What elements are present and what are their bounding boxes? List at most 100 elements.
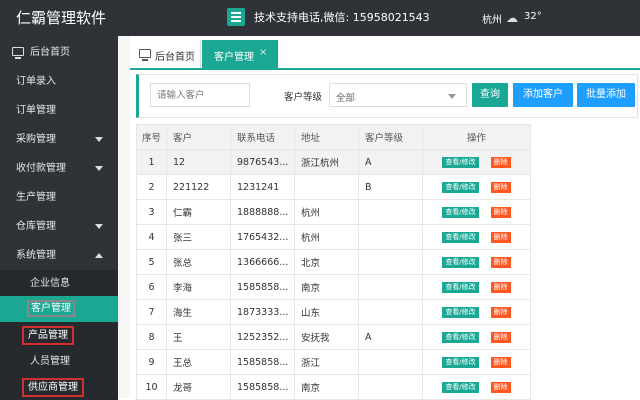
view-edit-button[interactable]: 查看/修改 — [442, 331, 479, 343]
table-row[interactable]: 3 仁霸 1888888... 杭州 查看/修改 删除 — [136, 199, 531, 225]
hamburger-icon-line — [231, 20, 241, 22]
delete-button[interactable]: 删除 — [490, 281, 511, 293]
sidebar-item-payments[interactable]: 收付款管理 — [0, 154, 118, 183]
sidebar-subitem-label: 产品管理 — [22, 326, 74, 345]
row-seq: 4 — [136, 224, 167, 250]
customer-table: 序号 客户 联系电话 地址 客户等级 操作 1 12 9876543... 浙江杭州 A… — [136, 124, 531, 400]
sidebar-item-order-management[interactable]: 订单管理 — [0, 96, 118, 125]
row-seq: 7 — [136, 299, 167, 325]
content-gutter — [118, 36, 130, 398]
column-header-address[interactable]: 地址 — [294, 124, 359, 150]
level-filter-value: 全部 — [336, 93, 356, 104]
customer-search-input[interactable] — [150, 83, 250, 107]
delete-button[interactable]: 删除 — [490, 331, 511, 343]
row-customer: 王 — [166, 324, 231, 350]
sidebar-item-warehouse[interactable]: 仓库管理 — [0, 212, 118, 241]
table-row[interactable]: 1 12 9876543... 浙江杭州 A 查看/修改 删除 — [136, 149, 531, 175]
view-edit-button[interactable]: 查看/修改 — [442, 231, 479, 243]
row-seq: 6 — [136, 274, 167, 300]
sidebar-subitem-product-management[interactable]: 产品管理 — [0, 322, 118, 348]
row-level: A — [358, 149, 423, 175]
close-icon[interactable]: × — [259, 47, 267, 58]
table-row[interactable]: 5 张总 1366666... 北京 查看/修改 删除 — [136, 249, 531, 275]
delete-button[interactable]: 删除 — [490, 206, 511, 218]
tab-label: 后台首页 — [155, 52, 195, 63]
level-filter-select[interactable]: 全部 — [329, 83, 467, 107]
delete-button[interactable]: 删除 — [490, 256, 511, 268]
add-customer-button[interactable]: 添加客户 — [513, 83, 573, 107]
sidebar-subitem-customer-management[interactable]: 客户管理 — [0, 296, 118, 322]
table-row[interactable]: 10 龙哥 1585858... 南京 查看/修改 删除 — [136, 374, 531, 400]
delete-button[interactable]: 删除 — [490, 306, 511, 318]
column-header-seq[interactable]: 序号 — [136, 124, 167, 150]
row-seq: 9 — [136, 349, 167, 375]
row-seq: 5 — [136, 249, 167, 275]
tab-customer-management[interactable]: 客户管理 × — [202, 40, 278, 68]
view-edit-button[interactable]: 查看/修改 — [442, 381, 479, 393]
row-actions: 查看/修改 删除 — [422, 149, 531, 175]
table-row[interactable]: 7 海生 1873333... 山东 查看/修改 删除 — [136, 299, 531, 325]
row-customer: 221122 — [166, 174, 231, 200]
monitor-icon — [12, 47, 24, 59]
view-edit-button[interactable]: 查看/修改 — [442, 256, 479, 268]
table-row[interactable]: 4 张三 1765432... 杭州 查看/修改 删除 — [136, 224, 531, 250]
row-actions: 查看/修改 删除 — [422, 349, 531, 375]
sidebar-item-production[interactable]: 生产管理 — [0, 183, 118, 212]
row-seq: 2 — [136, 174, 167, 200]
delete-button[interactable]: 删除 — [490, 231, 511, 243]
sidebar-subitem-company-info[interactable]: 企业信息 — [0, 270, 118, 296]
sidebar-subitem-label: 客户管理 — [27, 300, 75, 317]
delete-button[interactable]: 删除 — [490, 356, 511, 368]
tab-home[interactable]: 后台首页 — [130, 40, 201, 68]
delete-button[interactable]: 删除 — [490, 156, 511, 168]
row-phone: 1252352... — [230, 324, 295, 350]
row-level — [358, 274, 423, 300]
row-customer: 海生 — [166, 299, 231, 325]
sidebar-subitem-supplier-management[interactable]: 供应商管理 — [0, 374, 118, 400]
column-header-level[interactable]: 客户等级 — [358, 124, 423, 150]
row-level — [358, 249, 423, 275]
table-row[interactable]: 8 王 1252352... 安抚我 A 查看/修改 删除 — [136, 324, 531, 350]
row-address: 浙江 — [294, 349, 359, 375]
table-row[interactable]: 9 王总 1585858... 浙江 查看/修改 删除 — [136, 349, 531, 375]
row-actions: 查看/修改 删除 — [422, 374, 531, 400]
row-phone: 1366666... — [230, 249, 295, 275]
column-header-customer[interactable]: 客户 — [166, 124, 231, 150]
sidebar-subitem-label: 人员管理 — [30, 356, 70, 367]
column-header-actions: 操作 — [422, 124, 531, 150]
hamburger-icon-line — [231, 16, 241, 18]
sidebar-item-system[interactable]: 系统管理 — [0, 241, 118, 270]
query-button[interactable]: 查询 — [472, 83, 508, 107]
row-phone: 1888888... — [230, 199, 295, 225]
chevron-down-icon — [95, 224, 103, 229]
view-edit-button[interactable]: 查看/修改 — [442, 181, 479, 193]
view-edit-button[interactable]: 查看/修改 — [442, 281, 479, 293]
row-level — [358, 199, 423, 225]
sidebar-item-home[interactable]: 后台首页 — [0, 38, 118, 67]
column-header-phone[interactable]: 联系电话 — [230, 124, 295, 150]
view-edit-button[interactable]: 查看/修改 — [442, 356, 479, 368]
view-edit-button[interactable]: 查看/修改 — [442, 156, 479, 168]
row-address: 杭州 — [294, 199, 359, 225]
table-row[interactable]: 6 李海 1585858... 南京 查看/修改 删除 — [136, 274, 531, 300]
row-actions: 查看/修改 删除 — [422, 274, 531, 300]
batch-add-button[interactable]: 批量添加 — [577, 83, 635, 107]
row-level: A — [358, 324, 423, 350]
tab-bar: 后台首页 客户管理 × — [130, 40, 640, 70]
row-customer: 12 — [166, 149, 231, 175]
view-edit-button[interactable]: 查看/修改 — [442, 306, 479, 318]
sidebar-item-label: 订单录入 — [16, 76, 56, 87]
view-edit-button[interactable]: 查看/修改 — [442, 206, 479, 218]
sidebar-item-order-entry[interactable]: 订单录入 — [0, 67, 118, 96]
sidebar-item-purchase[interactable]: 采购管理 — [0, 125, 118, 154]
sidebar-subitem-staff-management[interactable]: 人员管理 — [0, 348, 118, 374]
search-toolbar: 客户等级 全部 查询 添加客户 批量添加 — [136, 74, 638, 118]
menu-toggle-button[interactable] — [227, 8, 245, 26]
table-row[interactable]: 2 221122 1231241 B 查看/修改 删除 — [136, 174, 531, 200]
delete-button[interactable]: 删除 — [490, 181, 511, 193]
row-address: 山东 — [294, 299, 359, 325]
row-address: 浙江杭州 — [294, 149, 359, 175]
tab-label: 客户管理 — [214, 52, 254, 63]
row-level — [358, 349, 423, 375]
delete-button[interactable]: 删除 — [490, 381, 511, 393]
